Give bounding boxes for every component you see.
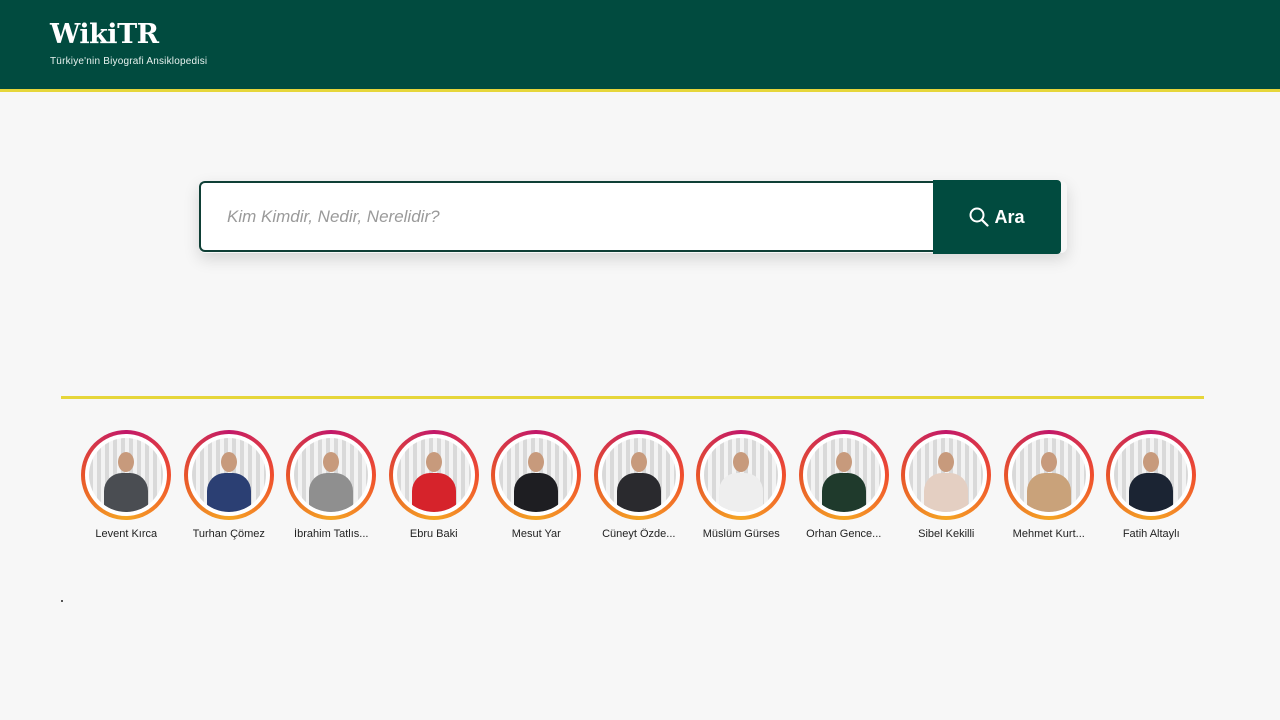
person-avatar[interactable] [1011,438,1086,512]
person-name[interactable]: İbrahim Tatlıs... [294,528,368,540]
person-avatar[interactable] [806,438,881,512]
avatar-head [220,452,237,472]
story-ring-gap [700,434,783,516]
avatar-head [733,452,750,472]
person-avatar[interactable] [499,438,574,512]
search-bar: Ara [199,180,1067,254]
avatar-head [1040,452,1057,472]
story-ring [1106,430,1197,520]
person-avatar[interactable] [191,438,266,512]
story-ring-gap [802,434,885,516]
avatar-head [938,452,955,472]
brand[interactable]: WikiTR Türkiye'nin Biyografi Ansiklopedi… [50,20,208,68]
person-item[interactable]: Müslüm Gürses [690,430,793,540]
person-avatar[interactable] [1114,438,1189,512]
story-ring [388,430,479,520]
avatar-body [924,473,969,512]
avatar-head [323,452,340,472]
person-item[interactable]: Levent Kırca [75,430,178,540]
person-avatar[interactable] [396,438,471,512]
person-name[interactable]: Mehmet Kurt... [1013,528,1085,540]
search-icon [969,207,990,227]
avatar-head [835,452,852,472]
avatar-head [1143,452,1160,472]
story-ring-gap [597,434,680,516]
person-name[interactable]: Sibel Kekilli [918,528,974,540]
person-name[interactable]: Levent Kırca [95,528,157,540]
stray-dot [61,600,63,602]
story-ring-gap [392,434,475,516]
featured-people-list: Levent Kırca Turhan Çömez İbrahim Tatlıs..… [75,430,1203,540]
search-input[interactable] [199,181,935,252]
avatar-head [528,452,545,472]
story-ring [798,430,889,520]
person-item[interactable]: Fatih Altaylı [1100,430,1203,540]
person-avatar[interactable] [89,438,164,512]
story-ring-gap [905,434,988,516]
person-item[interactable]: Orhan Gence... [793,430,896,540]
story-ring [901,430,992,520]
site-tagline: Türkiye'nin Biyografi Ansiklopedisi [50,56,208,67]
story-ring [696,430,787,520]
person-avatar[interactable] [601,438,676,512]
avatar-body [514,473,559,512]
story-ring [81,430,172,520]
story-ring [183,430,274,520]
person-item[interactable]: Sibel Kekilli [895,430,998,540]
person-avatar[interactable] [294,438,369,512]
search-button-label: Ara [994,206,1025,227]
avatar-head [425,452,442,472]
story-ring-gap [85,434,168,516]
story-ring [593,430,684,520]
person-item[interactable]: Turhan Çömez [178,430,281,540]
person-item[interactable]: Cüneyt Özde... [588,430,691,540]
site-logo[interactable]: WikiTR [50,20,207,50]
person-item[interactable]: Mesut Yar [485,430,588,540]
avatar-head [630,452,647,472]
avatar-body [719,473,764,512]
avatar-head [118,452,135,472]
person-item[interactable]: Ebru Baki [383,430,486,540]
story-ring-gap [1007,434,1090,516]
person-item[interactable]: İbrahim Tatlıs... [280,430,383,540]
avatar-body [821,473,866,512]
avatar-body [309,473,354,512]
person-avatar[interactable] [704,438,779,512]
story-ring-gap [187,434,270,516]
search-button[interactable]: Ara [933,180,1061,254]
story-ring-gap [495,434,578,516]
avatar-body [104,473,149,512]
avatar-body [206,473,251,512]
story-ring [491,430,582,520]
person-name[interactable]: Turhan Çömez [193,528,265,540]
person-name[interactable]: Mesut Yar [512,528,561,540]
avatar-body [1129,473,1174,512]
person-item[interactable]: Mehmet Kurt... [998,430,1101,540]
story-ring-gap [290,434,373,516]
person-name[interactable]: Müslüm Gürses [703,528,780,540]
person-name[interactable]: Ebru Baki [410,528,458,540]
avatar-body [616,473,661,512]
person-name[interactable]: Orhan Gence... [806,528,881,540]
story-ring-gap [1110,434,1193,516]
story-ring [1003,430,1094,520]
person-name[interactable]: Cüneyt Özde... [602,528,675,540]
site-header: WikiTR Türkiye'nin Biyografi Ansiklopedi… [0,0,1280,92]
person-name[interactable]: Fatih Altaylı [1123,528,1180,540]
avatar-body [1026,473,1071,512]
avatar-body [411,473,456,512]
story-ring [286,430,377,520]
person-avatar[interactable] [909,438,984,512]
section-divider [61,396,1204,399]
